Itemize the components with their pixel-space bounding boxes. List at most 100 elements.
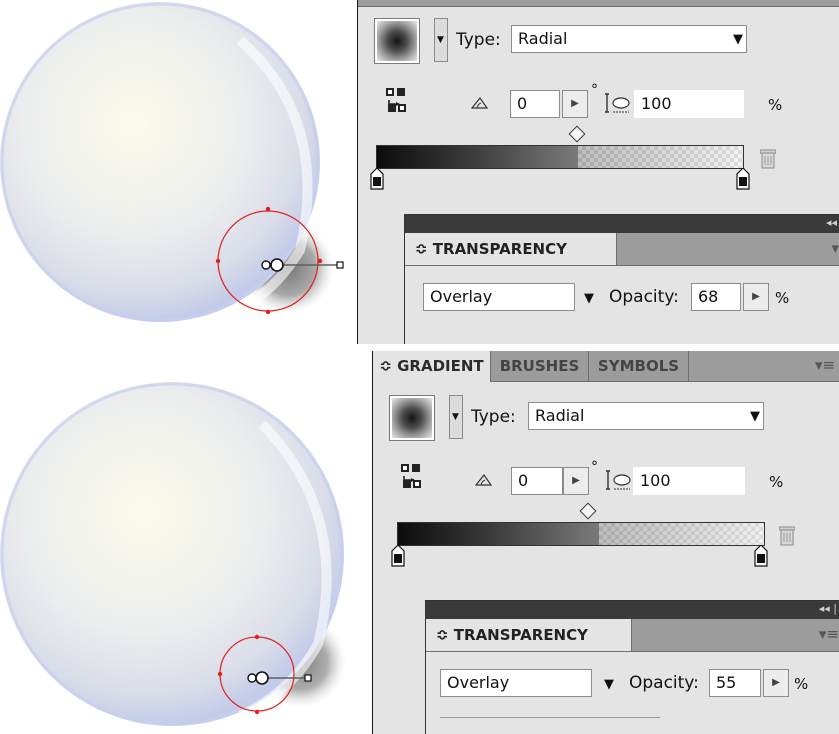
swatch-dropdown-arrow[interactable]: ▼ bbox=[449, 395, 463, 439]
panel-menu-icon[interactable]: ▾≡ bbox=[819, 625, 839, 643]
reverse-gradient-icon[interactable] bbox=[401, 464, 423, 490]
gradient-end-handle[interactable] bbox=[304, 674, 312, 682]
tab-gradient-label: ≎ GRADIENT bbox=[379, 357, 484, 375]
tab-gradient[interactable]: ≎ GRADIENT bbox=[373, 351, 491, 382]
transparency-tab-label: ≎ TRANSPARENCY bbox=[436, 626, 588, 644]
gradient-bound-point-bottom[interactable] bbox=[254, 709, 260, 715]
aspect-value: 100 bbox=[641, 94, 672, 113]
gradient-bound-point-bottom[interactable] bbox=[265, 309, 271, 315]
gradient-bound-point-right[interactable] bbox=[317, 258, 323, 264]
opacity-input[interactable]: 55 bbox=[709, 669, 761, 697]
panel-tab-strip bbox=[358, 0, 839, 7]
gradient-bound-point-top[interactable] bbox=[254, 634, 260, 640]
gradient-swatch[interactable] bbox=[389, 395, 435, 441]
type-dropdown-arrow[interactable]: ▼ bbox=[750, 409, 760, 424]
aspect-ratio-icon bbox=[606, 470, 631, 490]
angle-input[interactable]: 0 bbox=[510, 90, 560, 118]
tab-brushes-label: BRUSHES bbox=[499, 357, 580, 375]
gradient-center-handle[interactable] bbox=[255, 671, 269, 685]
type-value: Radial bbox=[518, 29, 568, 48]
gradient-bound-point-top[interactable] bbox=[265, 206, 271, 212]
gradient-panel: ▼ Type: Radial ▼ 0 ▶ ° 100 % ◂◂ ≎ TRANSP… bbox=[357, 0, 839, 344]
gradient-panel: ≎ GRADIENT BRUSHES SYMBOLS ▾≡ ▼ Type: Ra… bbox=[372, 351, 839, 734]
trash-icon[interactable] bbox=[760, 148, 776, 170]
gradient-end-handle[interactable] bbox=[336, 261, 344, 269]
gradient-stop-black[interactable] bbox=[370, 168, 384, 190]
opacity-label: Opacity: bbox=[609, 287, 679, 307]
opacity-percent: % bbox=[794, 675, 809, 693]
transparency-tab-label: ≎ TRANSPARENCY bbox=[415, 240, 567, 258]
tab-symbols[interactable]: SYMBOLS bbox=[589, 351, 689, 381]
type-select[interactable]: Radial bbox=[528, 402, 764, 430]
transparent-checker bbox=[599, 523, 764, 545]
opacity-percent: % bbox=[775, 289, 790, 307]
type-label: Type: bbox=[471, 407, 516, 427]
panel-menu-icon[interactable]: ▾ bbox=[831, 239, 839, 257]
gradient-origin-handle[interactable] bbox=[261, 260, 271, 270]
transparent-checker bbox=[578, 146, 743, 168]
trash-icon[interactable] bbox=[779, 525, 795, 547]
gradient-origin-handle[interactable] bbox=[247, 673, 257, 683]
transparency-panel-header: ◂◂ | bbox=[426, 601, 839, 619]
canvas-artwork bbox=[0, 2, 344, 323]
swatch-dropdown-arrow[interactable]: ▼ bbox=[434, 18, 448, 62]
aspect-ratio-icon bbox=[605, 93, 630, 113]
gradient-swatch-icon bbox=[377, 21, 417, 61]
tab-transparency[interactable]: ≎ TRANSPARENCY bbox=[405, 233, 617, 265]
step-2-section: ≎ GRADIENT BRUSHES SYMBOLS ▾≡ ▼ Type: Ra… bbox=[0, 344, 839, 734]
gradient-ramp[interactable] bbox=[376, 145, 744, 169]
type-value: Radial bbox=[535, 406, 585, 425]
degree-symbol: ° bbox=[591, 82, 598, 98]
aspect-percent: % bbox=[768, 96, 783, 114]
gradient-stop-black[interactable] bbox=[391, 545, 405, 567]
panel-footer-divider bbox=[440, 717, 660, 718]
gradient-swatch[interactable] bbox=[374, 18, 420, 64]
opacity-value: 68 bbox=[698, 287, 719, 306]
blend-mode-dropdown-arrow[interactable]: ▼ bbox=[584, 291, 594, 306]
tab-brushes[interactable]: BRUSHES bbox=[491, 351, 589, 381]
panel-menu-icon[interactable]: ▾≡ bbox=[815, 356, 835, 374]
opacity-input[interactable]: 68 bbox=[691, 283, 741, 311]
gradient-center-handle[interactable] bbox=[270, 258, 284, 272]
angle-icon bbox=[471, 96, 489, 109]
type-dropdown-arrow[interactable]: ▼ bbox=[733, 32, 743, 47]
blend-mode-dropdown-arrow[interactable]: ▼ bbox=[604, 677, 614, 692]
collapse-panel-icon[interactable]: ◂◂ | bbox=[819, 602, 837, 615]
angle-input[interactable]: 0 bbox=[511, 467, 563, 495]
tab-transparency[interactable]: ≎ TRANSPARENCY bbox=[426, 619, 632, 651]
opacity-stepper[interactable]: ▶ bbox=[743, 283, 769, 311]
blend-mode-value: Overlay bbox=[447, 673, 510, 692]
aspect-input[interactable]: 100 bbox=[634, 90, 744, 118]
gradient-midpoint-diamond[interactable] bbox=[568, 125, 586, 143]
collapse-panel-icon[interactable]: ◂◂ bbox=[826, 216, 837, 229]
blend-mode-value: Overlay bbox=[430, 287, 493, 306]
opacity-stepper[interactable]: ▶ bbox=[763, 669, 789, 697]
angle-stepper[interactable]: ▶ bbox=[562, 90, 588, 118]
opacity-value: 55 bbox=[716, 673, 737, 692]
blend-mode-select[interactable]: Overlay bbox=[440, 669, 592, 697]
gradient-stop-transparent[interactable] bbox=[736, 168, 750, 190]
opacity-label: Opacity: bbox=[629, 673, 699, 693]
reverse-gradient-icon[interactable] bbox=[386, 88, 408, 114]
tab-symbols-label: SYMBOLS bbox=[597, 357, 680, 375]
blend-mode-select[interactable]: Overlay bbox=[423, 283, 575, 311]
gradient-bound-point-left[interactable] bbox=[217, 671, 223, 677]
angle-value: 0 bbox=[518, 471, 529, 490]
aspect-value: 100 bbox=[640, 471, 671, 490]
gradient-swatch-icon bbox=[392, 398, 432, 438]
transparency-panel: ◂◂ | ≎ TRANSPARENCY ▾≡ Overlay ▼ Opacity… bbox=[425, 600, 839, 734]
step-1-section: ▼ Type: Radial ▼ 0 ▶ ° 100 % ◂◂ ≎ TRANSP… bbox=[0, 0, 839, 344]
transparency-panel-header: ◂◂ bbox=[405, 215, 839, 233]
aspect-percent: % bbox=[769, 473, 784, 491]
type-select[interactable]: Radial bbox=[511, 25, 747, 53]
gradient-bound-point-left[interactable] bbox=[215, 258, 221, 264]
gradient-stop-transparent[interactable] bbox=[754, 545, 768, 567]
degree-symbol: ° bbox=[591, 459, 598, 475]
transparency-panel: ◂◂ ≎ TRANSPARENCY ▾ Overlay ▼ Opacity: 6… bbox=[404, 214, 839, 344]
gradient-ramp[interactable] bbox=[397, 522, 765, 546]
gradient-midpoint-diamond[interactable] bbox=[579, 502, 597, 520]
angle-icon bbox=[475, 473, 493, 486]
aspect-input[interactable]: 100 bbox=[633, 467, 745, 495]
angle-stepper[interactable]: ▶ bbox=[563, 467, 589, 495]
canvas-artwork bbox=[0, 382, 346, 726]
